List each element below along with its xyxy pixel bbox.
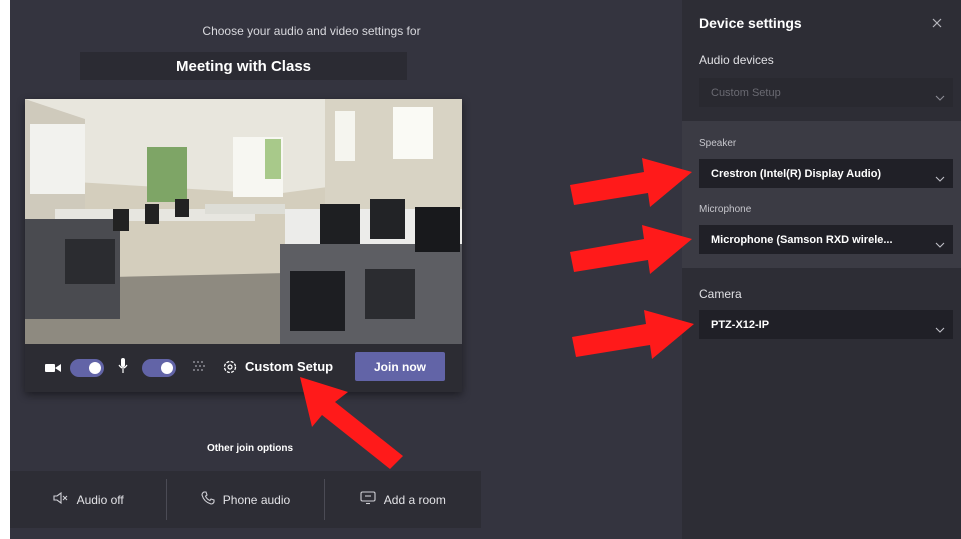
meeting-title: Meeting with Class — [80, 52, 407, 80]
chevron-down-icon — [935, 320, 945, 338]
chevron-down-icon — [935, 169, 945, 187]
microphone-dropdown[interactable]: Microphone (Samson RXD wirele... — [699, 225, 953, 254]
audio-off-option[interactable]: Audio off — [10, 471, 166, 528]
device-settings-panel: Device settings Audio devices Custom Set… — [682, 0, 961, 539]
chevron-down-icon — [935, 235, 945, 253]
annotation-arrow-microphone — [570, 225, 692, 274]
annotation-arrow-custom-setup — [300, 377, 403, 469]
audio-devices-label: Audio devices — [699, 53, 774, 67]
audio-devices-dropdown: Custom Setup — [699, 78, 953, 107]
audio-off-label: Audio off — [76, 492, 124, 507]
phone-audio-label: Phone audio — [222, 492, 291, 507]
camera-label: Camera — [699, 287, 742, 301]
speaker-off-icon — [53, 491, 69, 507]
add-a-room-label: Add a room — [383, 492, 446, 507]
gear-icon[interactable] — [222, 359, 238, 380]
speaker-label: Speaker — [699, 138, 737, 149]
phone-icon — [201, 491, 215, 508]
chevron-down-icon — [935, 88, 945, 106]
microphone-icon — [118, 358, 128, 379]
cast-icon — [360, 491, 376, 508]
audio-devices-value: Custom Setup — [711, 86, 781, 99]
microphone-value: Microphone (Samson RXD wirele... — [711, 233, 893, 246]
speaker-dropdown[interactable]: Crestron (Intel(R) Display Audio) — [699, 159, 953, 188]
annotation-arrow-speaker — [570, 158, 692, 207]
microphone-label: Microphone — [699, 204, 752, 215]
camera-toggle[interactable] — [70, 359, 104, 377]
annotation-arrow-camera — [572, 310, 694, 359]
camera-icon — [45, 361, 61, 379]
camera-preview — [25, 99, 462, 344]
microphone-toggle[interactable] — [142, 359, 176, 377]
add-a-room-option[interactable]: Add a room — [325, 471, 481, 528]
close-icon[interactable] — [932, 15, 942, 33]
panel-title: Device settings — [699, 15, 802, 31]
classroom-preview-image — [25, 99, 462, 344]
phone-audio-option[interactable]: Phone audio — [167, 471, 323, 528]
camera-dropdown[interactable]: PTZ-X12-IP — [699, 310, 953, 339]
join-options-bar: Audio off Phone audio Add a room — [10, 471, 481, 528]
speaker-value: Crestron (Intel(R) Display Audio) — [711, 167, 882, 180]
choose-settings-text: Choose your audio and video settings for — [202, 24, 421, 38]
camera-value: PTZ-X12-IP — [711, 318, 770, 331]
background-effects-icon[interactable] — [192, 360, 206, 379]
preview-card: Custom Setup Join now — [25, 99, 462, 392]
